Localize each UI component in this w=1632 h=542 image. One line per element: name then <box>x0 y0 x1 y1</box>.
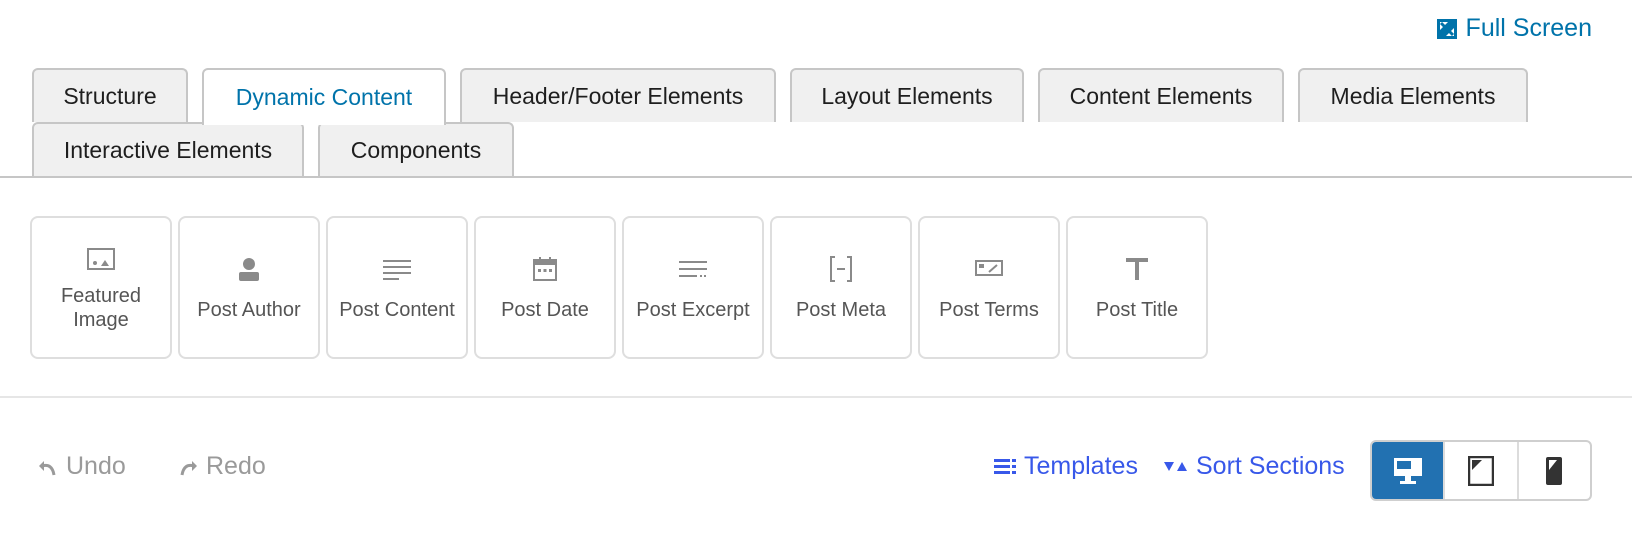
featured-image-icon <box>86 244 116 274</box>
mobile-icon <box>1546 456 1563 485</box>
block-label: Post Meta <box>795 298 887 321</box>
tab-layout-elements[interactable]: Layout Elements <box>790 68 1024 122</box>
post-date-icon <box>530 254 560 284</box>
block-post-content[interactable]: Post Content <box>326 216 468 359</box>
tablet-icon <box>1467 455 1494 486</box>
post-meta-icon <box>826 254 856 284</box>
fullscreen-button[interactable]: Full Screen <box>1436 14 1592 43</box>
tab-components[interactable]: Components <box>318 122 514 176</box>
block-post-title[interactable]: Post Title <box>1066 216 1208 359</box>
desktop-icon <box>1393 457 1422 484</box>
block-label: Post Date <box>501 298 589 321</box>
tab-interactive-elements[interactable]: Interactive Elements <box>32 122 304 176</box>
post-terms-icon <box>974 254 1004 284</box>
toolbar-divider <box>0 396 1632 398</box>
fullscreen-label: Full Screen <box>1465 14 1592 42</box>
tab-media-elements[interactable]: Media Elements <box>1298 68 1528 122</box>
post-title-icon <box>1122 254 1152 284</box>
undo-button[interactable]: Undo <box>38 452 126 481</box>
block-label: Post Title <box>1095 298 1179 321</box>
tab-structure[interactable]: Structure <box>32 68 188 122</box>
undo-label: Undo <box>66 452 126 480</box>
tab-header-footer-elements[interactable]: Header/Footer Elements <box>460 68 776 122</box>
device-switcher <box>1370 440 1592 501</box>
tab-dynamic-content[interactable]: Dynamic Content <box>202 68 446 125</box>
templates-label: Templates <box>1024 452 1138 480</box>
block-label: Featured Image <box>60 284 142 331</box>
tabs-divider <box>0 176 1632 178</box>
block-label: Post Content <box>339 298 455 321</box>
sort-icon <box>1164 461 1187 471</box>
block-post-date[interactable]: Post Date <box>474 216 616 359</box>
block-label: Post Author <box>197 298 301 321</box>
device-desktop-button[interactable] <box>1372 442 1444 499</box>
templates-button[interactable]: Templates <box>994 452 1138 481</box>
block-post-meta[interactable]: Post Meta <box>770 216 912 359</box>
block-label: Post Excerpt <box>636 298 750 321</box>
block-post-author[interactable]: Post Author <box>178 216 320 359</box>
block-post-terms[interactable]: Post Terms <box>918 216 1060 359</box>
sort-sections-label: Sort Sections <box>1196 452 1345 480</box>
templates-icon <box>994 458 1016 474</box>
redo-button[interactable]: Redo <box>178 452 266 481</box>
device-tablet-button[interactable] <box>1443 442 1516 499</box>
post-content-icon <box>382 254 412 284</box>
redo-label: Redo <box>206 452 266 480</box>
block-label: Post Terms <box>939 298 1039 321</box>
block-featured-image[interactable]: Featured Image <box>30 216 172 359</box>
device-mobile-button[interactable] <box>1516 442 1590 499</box>
tab-content-elements[interactable]: Content Elements <box>1038 68 1284 122</box>
undo-icon <box>39 460 56 475</box>
sort-sections-button[interactable]: Sort Sections <box>1164 452 1345 481</box>
redo-icon <box>180 460 197 475</box>
block-post-excerpt[interactable]: Post Excerpt <box>622 216 764 359</box>
post-author-icon <box>234 254 264 284</box>
post-excerpt-icon <box>678 254 708 284</box>
block-grid: Featured Image Post Author Post Content … <box>30 216 1208 359</box>
fullscreen-icon <box>1436 18 1458 40</box>
